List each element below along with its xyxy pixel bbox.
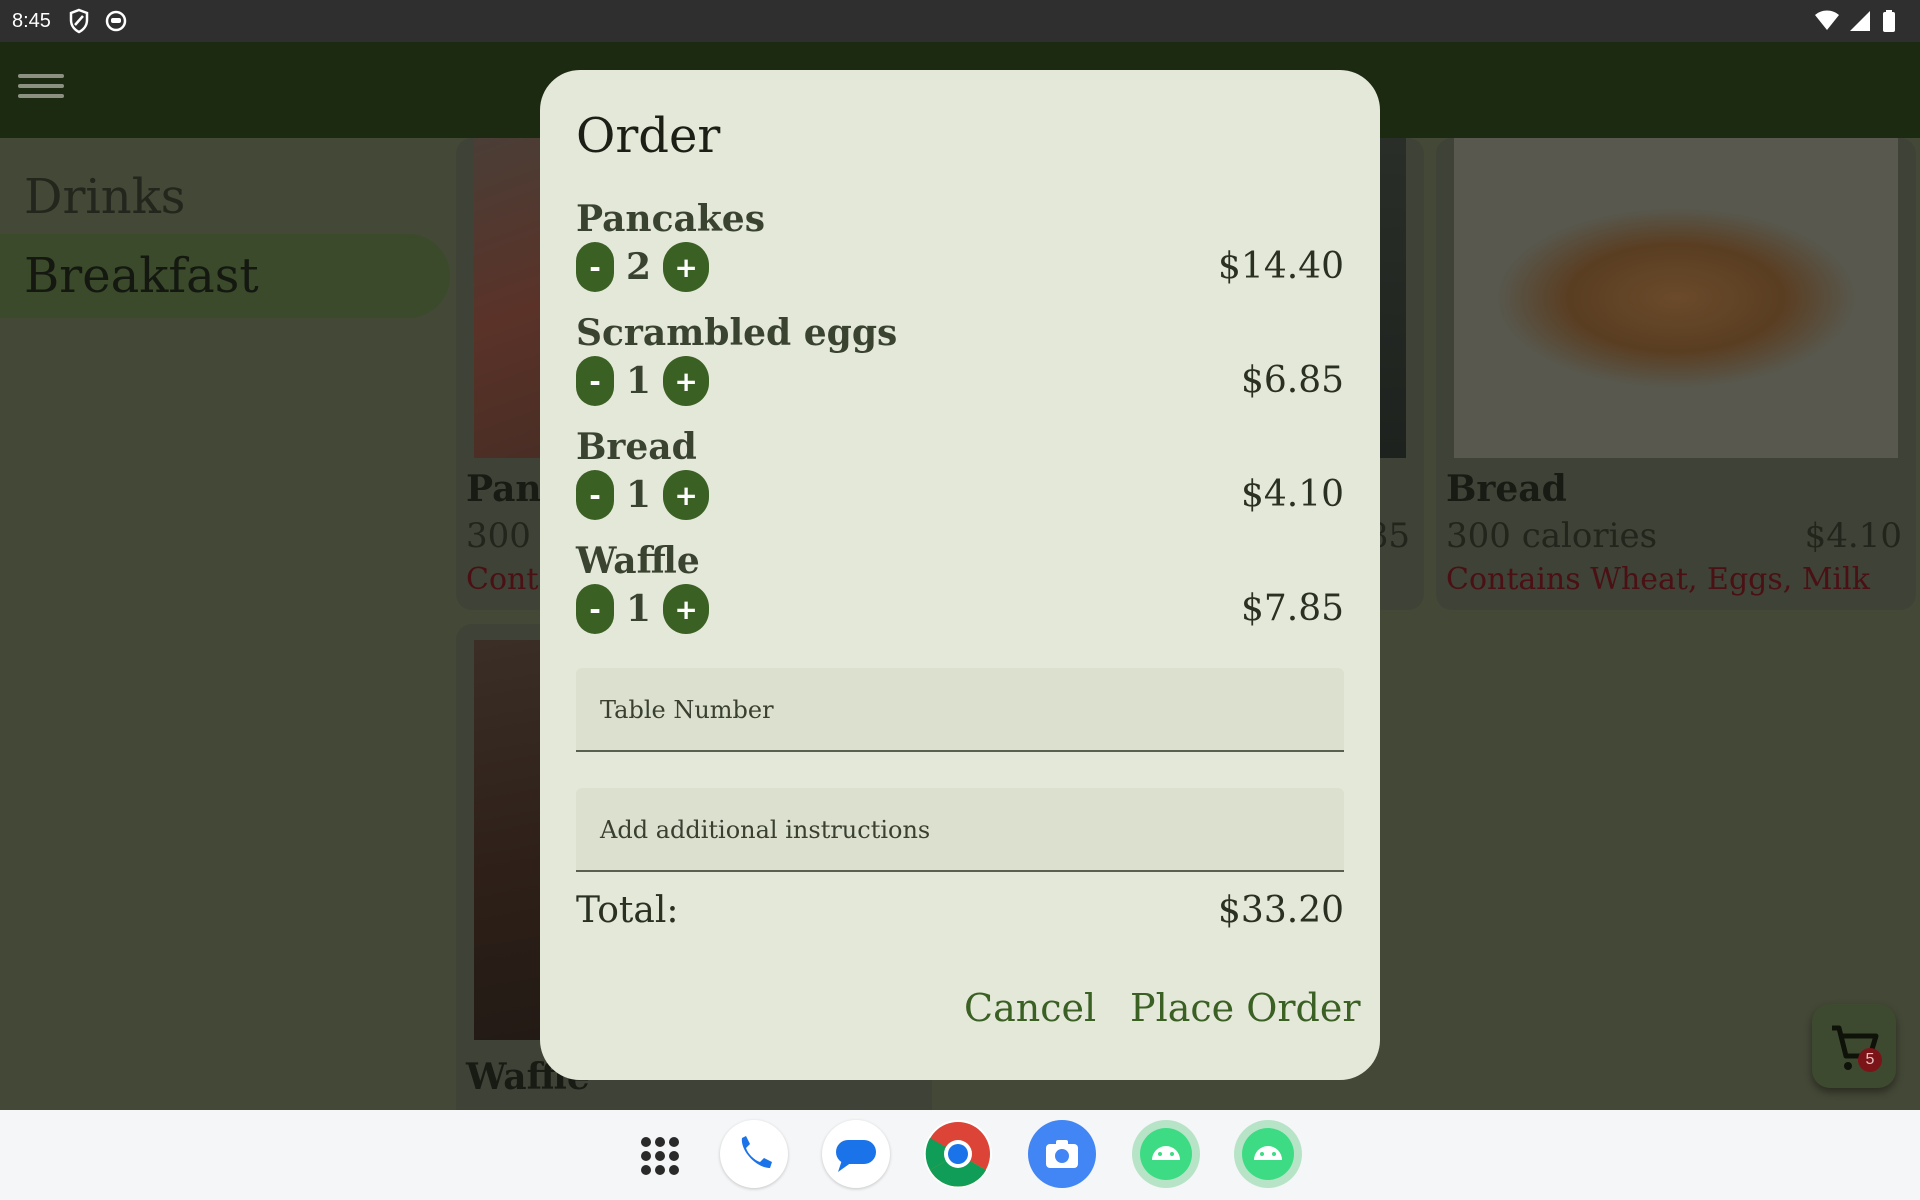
wifi-icon <box>1814 10 1839 30</box>
cancel-button[interactable]: Cancel <box>964 986 1096 1030</box>
dialog-title: Order <box>576 108 721 164</box>
bread-image <box>1454 138 1898 458</box>
quantity-stepper: - 1 + <box>576 584 710 634</box>
decrease-quantity-button[interactable]: - <box>576 470 614 520</box>
total-value: $33.20 <box>1218 890 1344 931</box>
android-app-icon[interactable] <box>1132 1120 1200 1188</box>
order-item-waffle: Waffle - 1 + $7.85 <box>576 540 1344 650</box>
chrome-icon[interactable] <box>924 1120 992 1188</box>
order-item-price: $6.85 <box>1240 360 1344 401</box>
decrease-quantity-button[interactable]: - <box>576 242 614 292</box>
android-app-icon[interactable] <box>1234 1120 1302 1188</box>
menu-card-price: $4.10 <box>1804 516 1902 556</box>
sidebar-item-label: Breakfast <box>24 248 259 304</box>
order-item-price: $14.40 <box>1218 246 1344 287</box>
hamburger-menu-icon[interactable] <box>16 68 68 108</box>
status-right-icons <box>1814 10 1896 32</box>
increase-quantity-button[interactable]: + <box>663 584 710 634</box>
sidebar-item-breakfast[interactable]: Breakfast <box>0 234 450 318</box>
status-time: 8:45 <box>12 10 51 32</box>
messages-icon[interactable] <box>822 1120 890 1188</box>
phone-icon[interactable] <box>720 1120 788 1188</box>
menu-card-allergens: Contains Wheat, Eggs, Milk <box>1446 562 1870 597</box>
taskbar <box>0 1110 1920 1200</box>
cart-icon <box>1832 1025 1879 1070</box>
quantity-value: 1 <box>626 360 652 402</box>
app-grid-icon[interactable] <box>626 1120 694 1188</box>
place-order-button[interactable]: Place Order <box>1130 986 1361 1030</box>
quantity-stepper: - 2 + <box>576 242 710 292</box>
quantity-value: 2 <box>626 246 652 288</box>
order-item-name: Waffle <box>576 540 700 582</box>
decrease-quantity-button[interactable]: - <box>576 356 614 406</box>
shield-icon <box>69 8 89 34</box>
instructions-input[interactable]: Add additional instructions <box>576 788 1344 872</box>
total-label: Total: <box>576 890 679 931</box>
order-item-scrambled-eggs: Scrambled eggs - 1 + $6.85 <box>576 312 1344 422</box>
order-item-price: $7.85 <box>1240 588 1344 629</box>
cart-button[interactable]: 5 <box>1812 1004 1896 1088</box>
signal-icon <box>1849 11 1870 31</box>
menu-card-bread[interactable]: Bread 300 calories $4.10 Contains Wheat,… <box>1436 138 1916 610</box>
quantity-value: 1 <box>626 588 652 630</box>
quantity-stepper: - 1 + <box>576 356 710 406</box>
order-item-bread: Bread - 1 + $4.10 <box>576 426 1344 536</box>
order-item-name: Scrambled eggs <box>576 312 898 354</box>
quantity-stepper: - 1 + <box>576 470 710 520</box>
battery-icon <box>1883 10 1895 32</box>
sidebar-item-label: Drinks <box>24 169 186 225</box>
instructions-placeholder: Add additional instructions <box>600 816 931 844</box>
order-item-pancakes: Pancakes - 2 + $14.40 <box>576 198 1344 308</box>
menu-card-calories: 300 calories <box>1446 516 1658 556</box>
table-number-input[interactable]: Table Number <box>576 668 1344 752</box>
order-dialog: Order Pancakes - 2 + $14.40 Scrambled eg… <box>540 70 1380 1080</box>
cart-badge: 5 <box>1858 1048 1882 1072</box>
increase-quantity-button[interactable]: + <box>663 470 710 520</box>
order-item-name: Pancakes <box>576 198 765 240</box>
increase-quantity-button[interactable]: + <box>663 242 710 292</box>
decrease-quantity-button[interactable]: - <box>576 584 614 634</box>
sidebar-item-drinks[interactable]: Drinks <box>0 162 440 232</box>
status-bar: 8:45 <box>0 0 1920 42</box>
order-item-price: $4.10 <box>1240 474 1344 515</box>
increase-quantity-button[interactable]: + <box>663 356 710 406</box>
menu-card-name: Bread <box>1446 468 1567 510</box>
order-item-name: Bread <box>576 426 697 468</box>
camera-icon[interactable] <box>1028 1120 1096 1188</box>
notification-face-icon <box>105 10 127 32</box>
quantity-value: 1 <box>626 474 652 516</box>
table-number-placeholder: Table Number <box>600 696 774 724</box>
